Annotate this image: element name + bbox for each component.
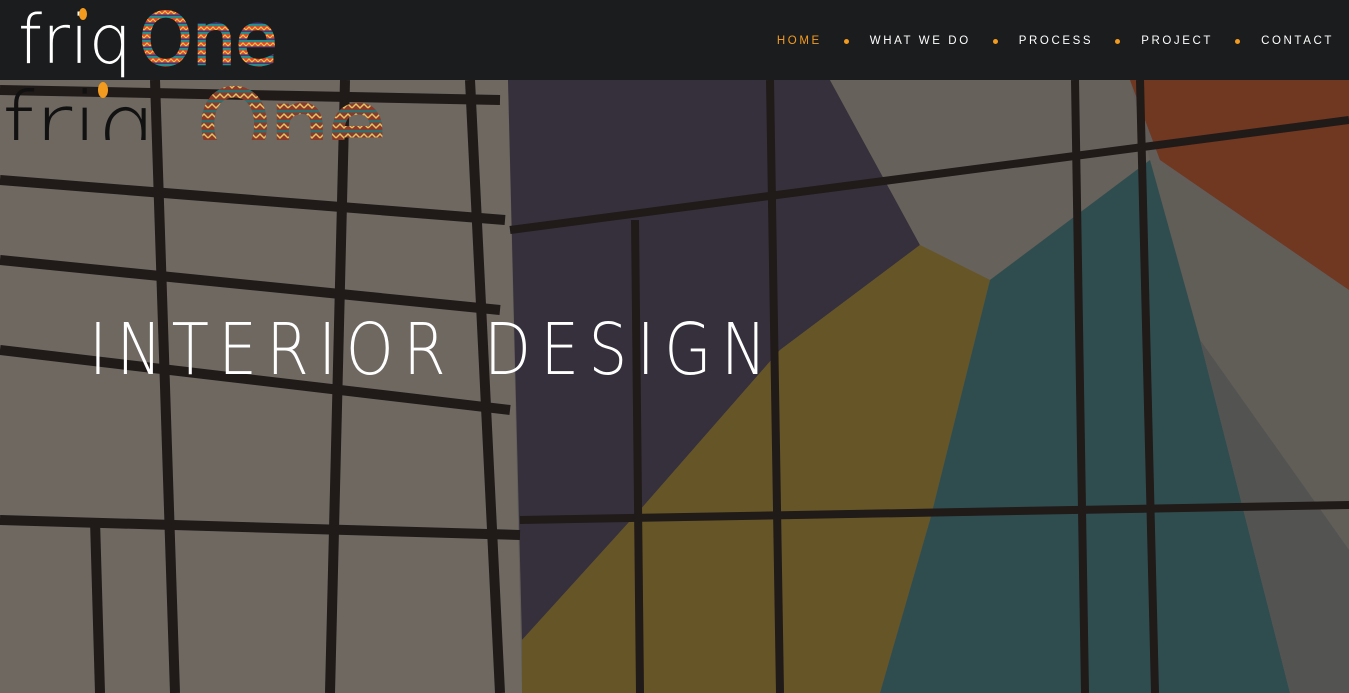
- dot-icon: [1235, 39, 1241, 44]
- hero-section: INTERIOR DESIGN friq One: [0, 80, 1349, 693]
- brand-logo[interactable]: friq One: [18, 0, 288, 80]
- svg-text:One: One: [139, 1, 277, 80]
- main-nav: HOME WHAT WE DO PROCESS PROJECT CONTACT: [777, 0, 1349, 80]
- nav-project[interactable]: PROJECT: [1141, 35, 1213, 47]
- wall-logo-icon: friq One: [2, 80, 389, 140]
- nav-process[interactable]: PROCESS: [1019, 35, 1093, 47]
- nav-contact[interactable]: CONTACT: [1261, 35, 1334, 47]
- nav-what-we-do[interactable]: WHAT WE DO: [870, 35, 971, 47]
- dot-icon: [1115, 39, 1121, 44]
- dot-icon: [843, 39, 849, 44]
- nav-home[interactable]: HOME: [777, 35, 822, 47]
- dot-icon: [992, 39, 998, 44]
- svg-text:friq: friq: [2, 80, 156, 140]
- hero-title: INTERIOR DESIGN: [89, 308, 777, 391]
- svg-text:friq: friq: [18, 1, 132, 80]
- friqone-logo-icon: friq One: [18, 0, 280, 80]
- navbar: friq One HOME WHAT WE DO PROCESS PROJECT…: [0, 0, 1349, 80]
- svg-text:One: One: [198, 80, 385, 140]
